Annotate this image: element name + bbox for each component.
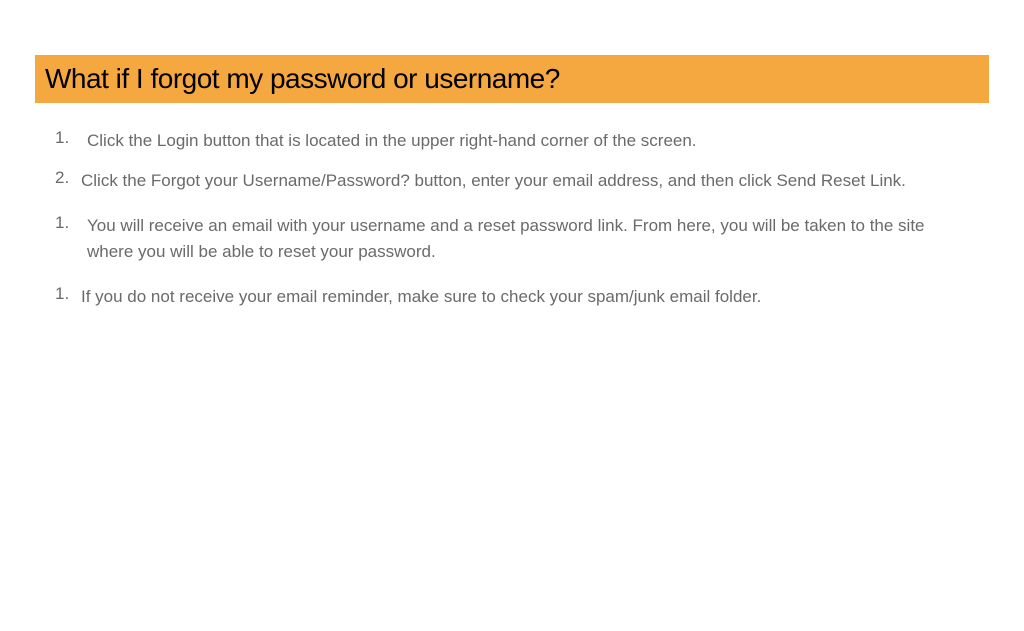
step-text: You will receive an email with your user…: [81, 213, 969, 264]
step-number: 1.: [55, 128, 81, 148]
content-area: 1. Click the Login button that is locate…: [55, 128, 969, 310]
step-text: Click the Forgot your Username/Password?…: [81, 168, 969, 194]
step-number: 1.: [55, 284, 81, 304]
list-item: 1. If you do not receive your email remi…: [55, 284, 969, 310]
list-item: 2. Click the Forgot your Username/Passwo…: [55, 168, 969, 194]
list-item: 1. Click the Login button that is locate…: [55, 128, 969, 154]
step-number: 1.: [55, 213, 81, 233]
title-bar: What if I forgot my password or username…: [35, 55, 989, 103]
list-item: 1. You will receive an email with your u…: [55, 213, 969, 264]
step-text: Click the Login button that is located i…: [81, 128, 969, 154]
step-number: 2.: [55, 168, 81, 188]
step-text: If you do not receive your email reminde…: [81, 284, 969, 310]
page-title: What if I forgot my password or username…: [45, 63, 979, 95]
